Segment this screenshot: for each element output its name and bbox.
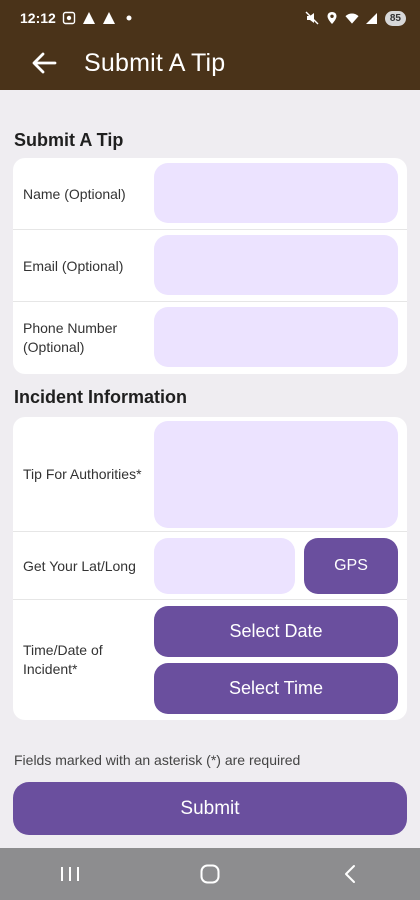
submit-button[interactable]: Submit (13, 782, 407, 835)
status-bar-right: 85 (305, 10, 406, 26)
email-label: Email (Optional) (23, 257, 124, 274)
name-label: Name (Optional) (23, 185, 126, 202)
warning-icon (102, 11, 116, 25)
chevron-left-icon (345, 865, 355, 883)
phone-row: Phone Number (Optional) (13, 302, 407, 374)
required-fields-hint: Fields marked with an asterisk (*) are r… (14, 752, 301, 768)
incident-section-title: Incident Information (14, 387, 187, 407)
tip-input[interactable] (154, 421, 398, 528)
system-back-button[interactable] (310, 848, 390, 900)
email-row: Email (Optional) (13, 230, 407, 302)
gps-button[interactable]: GPS (304, 538, 398, 594)
email-input[interactable] (154, 235, 398, 295)
home-icon (200, 864, 220, 884)
phone-label: Phone Number (Optional) (23, 320, 118, 355)
form-content: Submit A Tip Name (Optional) Email (Opti… (0, 90, 420, 848)
warning-icon (82, 11, 96, 25)
arrow-left-icon (32, 52, 57, 74)
select-time-button[interactable]: Select Time (154, 663, 398, 714)
latlong-label: Get Your Lat/Long (23, 557, 136, 574)
incident-info-card: Tip For Authorities* Get Your Lat/Long G… (13, 417, 407, 720)
phone-input[interactable] (154, 307, 398, 367)
status-time: 12:12 (20, 10, 56, 26)
recent-apps-icon (61, 867, 79, 881)
select-date-button[interactable]: Select Date (154, 606, 398, 657)
personal-section-title: Submit A Tip (14, 130, 124, 150)
system-nav-bar (0, 848, 420, 900)
latlong-input[interactable] (154, 538, 295, 594)
back-button[interactable] (16, 36, 72, 90)
tip-label: Tip For Authorities* (23, 466, 142, 482)
app-bar: Submit A Tip (0, 36, 420, 90)
app-bar-title: Submit A Tip (84, 48, 226, 77)
tip-row: Tip For Authorities* (13, 417, 407, 532)
datetime-label: Time/Date of Incident* (23, 642, 103, 677)
datetime-row: Time/Date of Incident* Select Date Selec… (13, 600, 407, 720)
recent-apps-button[interactable] (30, 848, 110, 900)
battery-badge: 85 (384, 10, 406, 26)
signal-icon (365, 11, 379, 25)
location-icon (325, 11, 339, 25)
name-input[interactable] (154, 163, 398, 223)
screenshot-icon (62, 11, 76, 25)
personal-info-card: Name (Optional) Email (Optional) Phone N… (13, 158, 407, 374)
name-row: Name (Optional) (13, 158, 407, 230)
mute-icon (305, 11, 319, 25)
dot-icon (122, 11, 136, 25)
status-bar: 12:12 85 (0, 0, 420, 36)
status-bar-left: 12:12 (20, 10, 136, 26)
home-button[interactable] (170, 848, 250, 900)
wifi-icon (345, 11, 359, 25)
latlong-row: Get Your Lat/Long GPS (13, 532, 407, 600)
